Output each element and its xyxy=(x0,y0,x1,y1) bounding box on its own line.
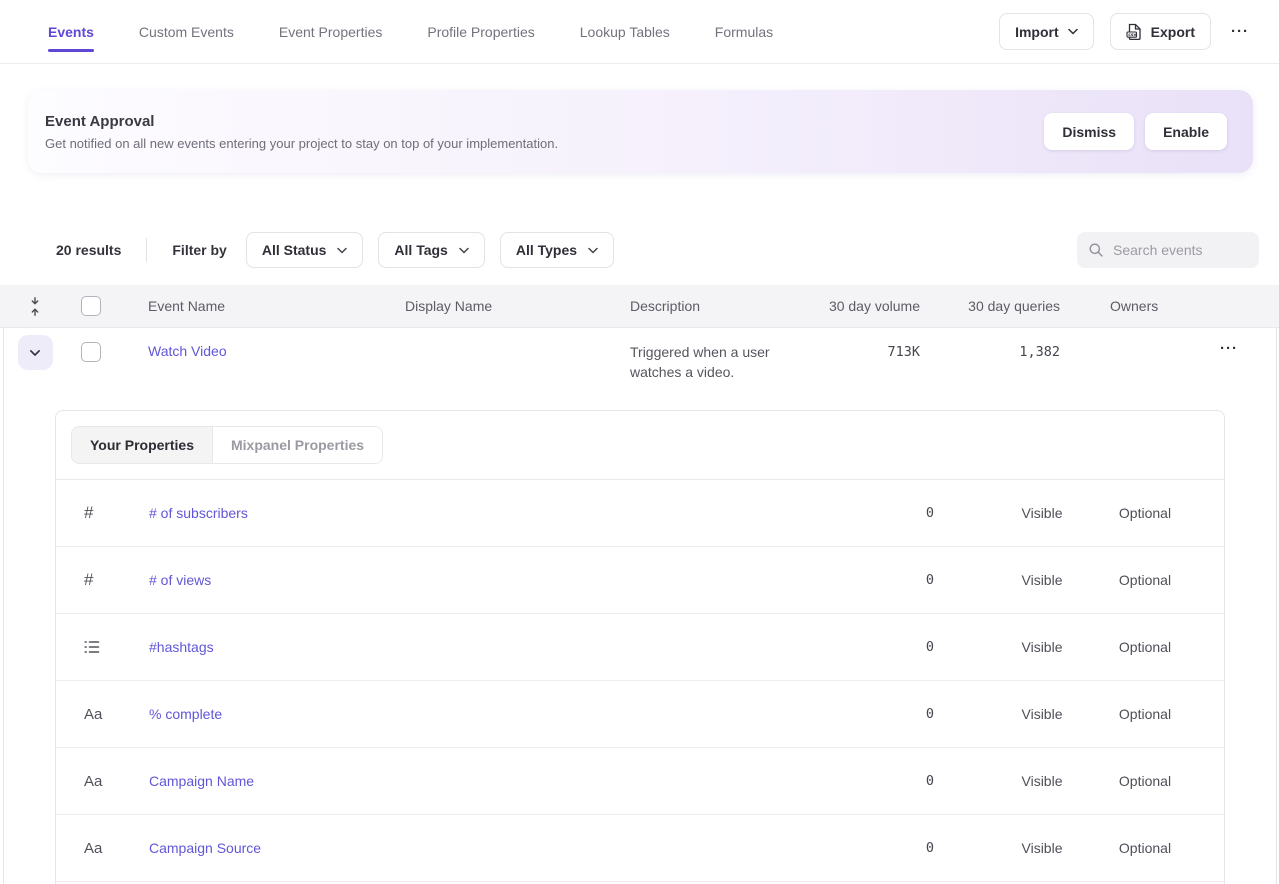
chevron-down-icon xyxy=(29,349,41,357)
row-checkbox[interactable] xyxy=(81,342,101,362)
all-tags-dropdown[interactable]: All Tags xyxy=(378,232,484,268)
all-status-dropdown[interactable]: All Status xyxy=(246,232,364,268)
column-header-display-name: Display Name xyxy=(405,298,630,314)
chevron-down-icon xyxy=(337,247,347,254)
property-visibility: Visible xyxy=(1022,572,1063,588)
property-name-link[interactable]: #hashtags xyxy=(149,639,904,655)
number-type-icon: # xyxy=(56,503,149,523)
column-header-description: Description xyxy=(630,298,820,314)
property-queries: 0 xyxy=(926,706,984,722)
import-button-label: Import xyxy=(1015,24,1059,40)
chevron-down-icon xyxy=(1068,28,1078,35)
chevron-down-icon xyxy=(588,247,598,254)
list-type-icon xyxy=(56,640,149,654)
column-header-volume: 30 day volume xyxy=(829,298,920,314)
collapse-all-icon[interactable] xyxy=(29,297,41,316)
property-status: Optional xyxy=(1119,706,1171,722)
divider xyxy=(146,238,147,262)
column-header-queries: 30 day queries xyxy=(968,298,1060,314)
property-name-link[interactable]: # of subscribers xyxy=(149,505,904,521)
column-header-event-name: Event Name xyxy=(148,298,405,314)
property-row: #hashtags 0 Visible Optional xyxy=(56,614,1224,681)
tab-custom-events[interactable]: Custom Events xyxy=(139,0,234,63)
search-box xyxy=(1077,232,1259,268)
text-type-icon: Aa xyxy=(56,840,149,857)
nav-more-options-button[interactable]: ··· xyxy=(1227,17,1253,46)
banner-title: Event Approval xyxy=(45,113,558,130)
row-more-options-button[interactable]: ··· xyxy=(1216,334,1242,363)
properties-tabs: Your Properties Mixpanel Properties xyxy=(71,426,383,464)
property-visibility: Visible xyxy=(1022,773,1063,789)
property-status: Optional xyxy=(1119,505,1171,521)
property-status: Optional xyxy=(1119,639,1171,655)
nav-actions: Import csv Export ··· xyxy=(999,13,1253,50)
property-queries: 0 xyxy=(926,505,984,521)
properties-panel-header: Your Properties Mixpanel Properties xyxy=(56,411,1224,480)
table-row: Watch Video Triggered when a user watche… xyxy=(0,328,1279,410)
all-tags-label: All Tags xyxy=(394,242,447,258)
csv-file-icon: csv xyxy=(1126,23,1142,41)
text-type-icon: Aa xyxy=(56,706,149,723)
tab-events[interactable]: Events xyxy=(48,0,94,63)
nav-tabs: Events Custom Events Event Properties Pr… xyxy=(48,0,773,63)
property-row: Aa % complete 0 Visible Optional xyxy=(56,681,1224,748)
properties-panel: Your Properties Mixpanel Properties # # … xyxy=(55,410,1225,884)
banner-text: Event Approval Get notified on all new e… xyxy=(45,113,558,151)
property-row: Aa Campaign Name 0 Visible Optional xyxy=(56,748,1224,815)
property-visibility: Visible xyxy=(1022,840,1063,856)
all-types-dropdown[interactable]: All Types xyxy=(500,232,614,268)
table-header: Event Name Display Name Description 30 d… xyxy=(0,285,1279,328)
dismiss-button[interactable]: Dismiss xyxy=(1044,113,1134,150)
tab-profile-properties[interactable]: Profile Properties xyxy=(427,0,534,63)
property-status: Optional xyxy=(1119,840,1171,856)
property-name-link[interactable]: Campaign Source xyxy=(149,840,904,856)
tab-formulas[interactable]: Formulas xyxy=(715,0,773,63)
top-navigation: Events Custom Events Event Properties Pr… xyxy=(0,0,1279,64)
chevron-down-icon xyxy=(459,247,469,254)
import-button[interactable]: Import xyxy=(999,13,1094,50)
property-queries: 0 xyxy=(926,840,984,856)
event-description: Triggered when a user watches a video. xyxy=(630,342,820,382)
tab-lookup-tables[interactable]: Lookup Tables xyxy=(580,0,670,63)
event-name-link[interactable]: Watch Video xyxy=(148,343,405,359)
all-types-label: All Types xyxy=(516,242,577,258)
event-queries: 1,382 xyxy=(1019,344,1060,360)
select-all-checkbox[interactable] xyxy=(81,296,101,316)
property-name-link[interactable]: % complete xyxy=(149,706,904,722)
filter-bar: 20 results Filter by All Status All Tags… xyxy=(56,232,1259,268)
export-button[interactable]: csv Export xyxy=(1110,13,1211,50)
banner-description: Get notified on all new events entering … xyxy=(45,136,558,151)
number-type-icon: # xyxy=(56,570,149,590)
svg-text:csv: csv xyxy=(1128,33,1136,38)
results-count: 20 results xyxy=(56,242,121,258)
property-queries: 0 xyxy=(926,773,984,789)
search-icon xyxy=(1088,242,1104,258)
tab-mixpanel-properties[interactable]: Mixpanel Properties xyxy=(213,427,382,463)
property-visibility: Visible xyxy=(1022,706,1063,722)
enable-button[interactable]: Enable xyxy=(1145,113,1227,150)
property-row: # # of views 0 Visible Optional xyxy=(56,547,1224,614)
search-input[interactable] xyxy=(1113,242,1248,258)
property-name-link[interactable]: Campaign Name xyxy=(149,773,904,789)
column-header-owners: Owners xyxy=(1060,298,1279,314)
tab-your-properties[interactable]: Your Properties xyxy=(72,427,213,463)
property-visibility: Visible xyxy=(1022,639,1063,655)
tab-event-properties[interactable]: Event Properties xyxy=(279,0,383,63)
property-name-link[interactable]: # of views xyxy=(149,572,904,588)
row-expander-button[interactable] xyxy=(18,335,53,370)
event-approval-banner: Event Approval Get notified on all new e… xyxy=(28,90,1253,173)
export-button-label: Export xyxy=(1151,24,1195,40)
text-type-icon: Aa xyxy=(56,773,149,790)
event-volume: 713K xyxy=(887,344,920,360)
all-status-label: All Status xyxy=(262,242,327,258)
filter-by-label: Filter by xyxy=(172,242,226,258)
property-row: # # of subscribers 0 Visible Optional xyxy=(56,480,1224,547)
property-status: Optional xyxy=(1119,773,1171,789)
property-queries: 0 xyxy=(926,639,984,655)
property-row: Aa Campaign Source 0 Visible Optional xyxy=(56,815,1224,882)
property-queries: 0 xyxy=(926,572,984,588)
banner-actions: Dismiss Enable xyxy=(1044,113,1227,150)
property-status: Optional xyxy=(1119,572,1171,588)
property-visibility: Visible xyxy=(1022,505,1063,521)
